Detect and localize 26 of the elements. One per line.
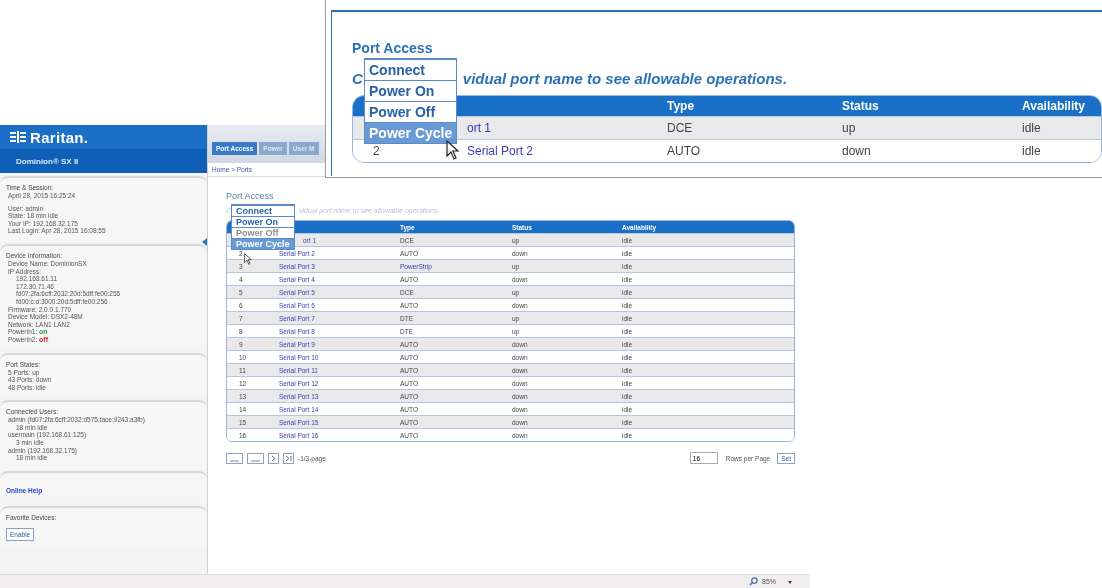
- table-cell-text: 2: [372, 144, 380, 158]
- logo-icon: [10, 131, 26, 143]
- column-header: Availability: [1022, 99, 1086, 113]
- table-cell: down: [842, 144, 871, 158]
- pager-button[interactable]: [283, 452, 294, 464]
- instruction-text: vidual port name to see allowable operations.: [462, 70, 788, 87]
- chevron-right-icon: [269, 454, 278, 462]
- page-title: Port Access: [352, 40, 434, 56]
- column-header: Type: [667, 99, 696, 113]
- zoom-icon[interactable]: [749, 577, 758, 586]
- logo: Raritan.: [0, 125, 207, 149]
- table-cell: AUTO: [667, 144, 701, 158]
- page-title: Port Access: [226, 191, 275, 201]
- product-name: Dominion® SX II: [0, 149, 207, 173]
- pager-button[interactable]: [226, 452, 243, 464]
- port-name-link[interactable]: ort 1: [467, 121, 491, 135]
- pager-button[interactable]: [268, 452, 279, 464]
- column-header: Status: [842, 99, 880, 113]
- table-cell: up: [842, 121, 856, 135]
- pager-button[interactable]: [247, 452, 264, 464]
- port-name-link[interactable]: Serial Port 2: [467, 144, 534, 158]
- chevron-right-icon: [284, 454, 293, 462]
- instruction-text: C: [352, 70, 363, 87]
- table-cell: idle: [1022, 121, 1041, 135]
- table-cell: DCE: [667, 121, 693, 135]
- table-cell: idle: [1022, 144, 1041, 158]
